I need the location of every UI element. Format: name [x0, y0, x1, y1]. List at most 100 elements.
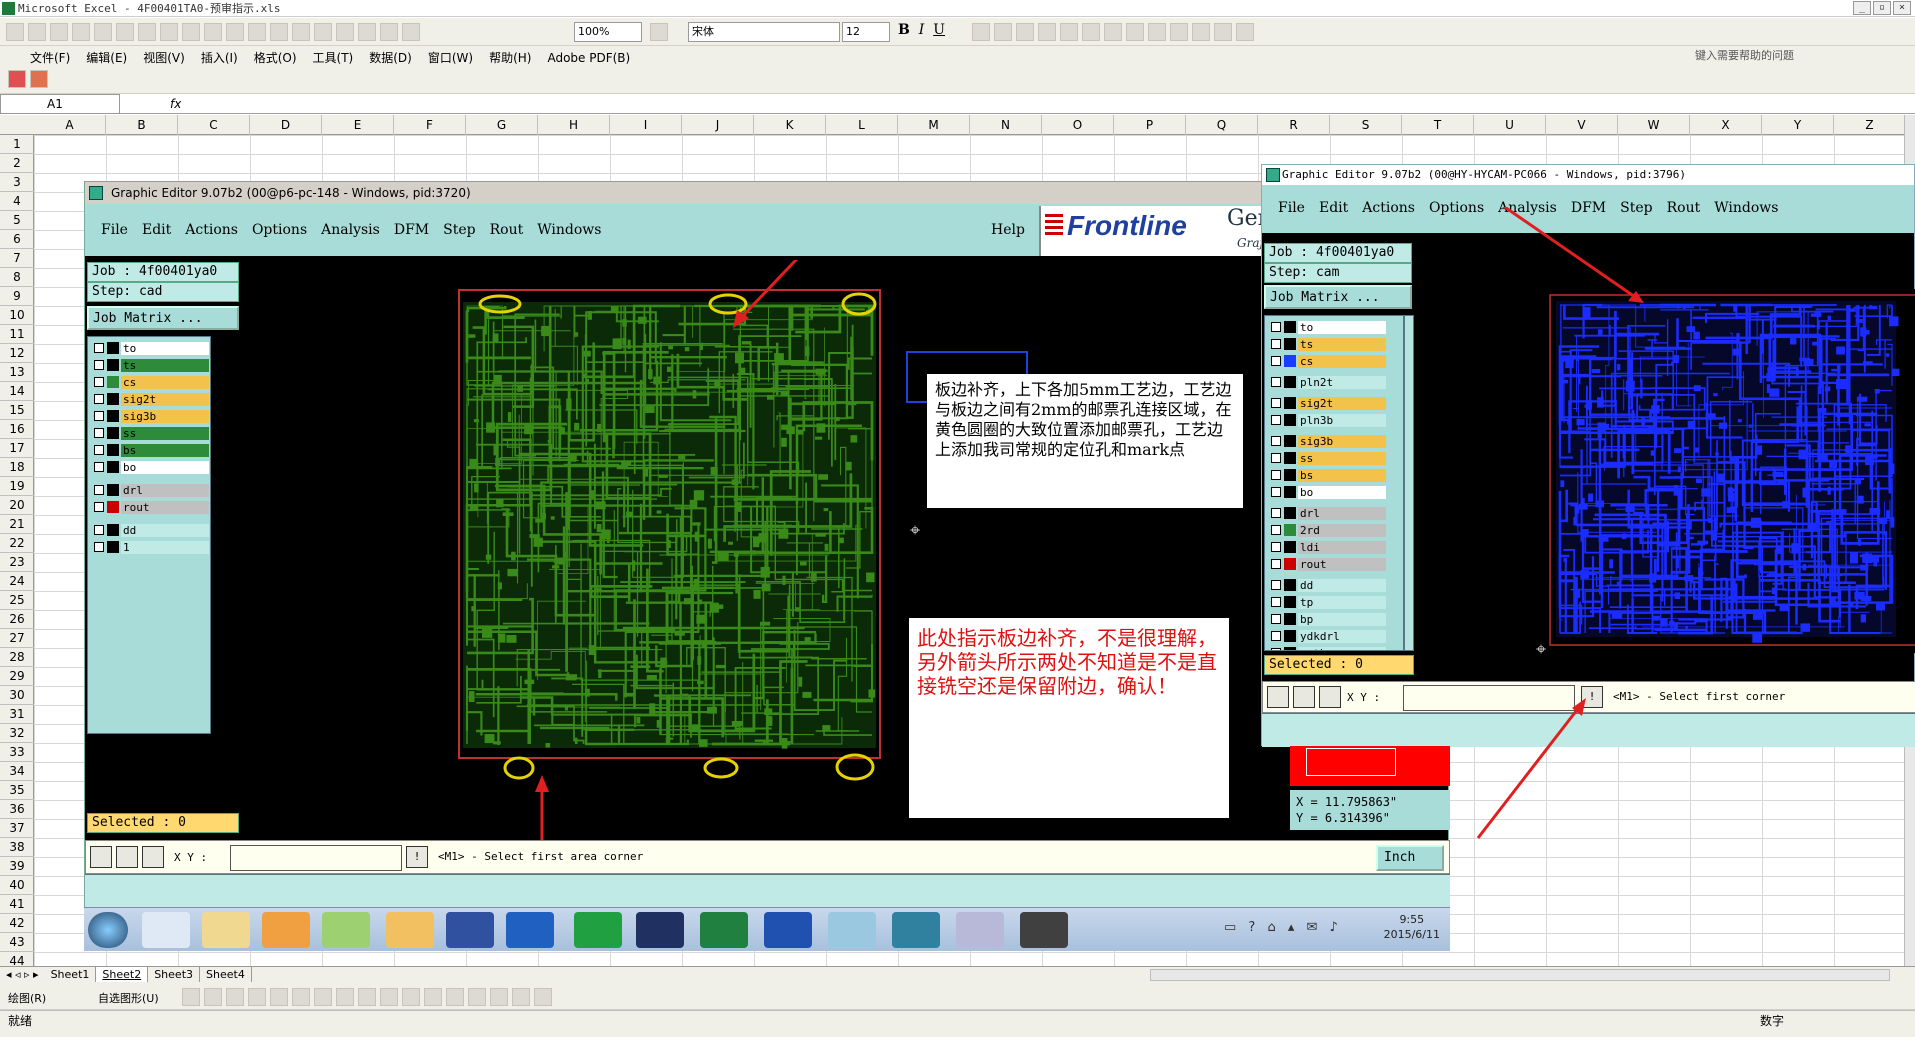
layer-row[interactable]: dd: [1271, 578, 1386, 592]
ge1-menu-options[interactable]: Options: [252, 222, 307, 238]
paste-icon[interactable]: [226, 23, 244, 41]
percent-icon[interactable]: [1082, 23, 1100, 41]
layer-row[interactable]: dd: [94, 523, 209, 537]
layer-row[interactable]: bp: [1271, 612, 1386, 626]
text-color-icon[interactable]: [424, 988, 442, 1006]
chart-icon[interactable]: [380, 23, 398, 41]
x-app-icon[interactable]: [956, 912, 1004, 948]
layer-row[interactable]: ss: [1271, 451, 1386, 465]
row-header[interactable]: 28: [0, 648, 34, 667]
column-header[interactable]: S: [1330, 115, 1402, 135]
row-header[interactable]: 14: [0, 382, 34, 401]
mail-icon[interactable]: [386, 912, 434, 948]
pdf-email-icon[interactable]: [30, 70, 48, 88]
menu-edit[interactable]: 编辑(E): [78, 46, 135, 69]
column-header[interactable]: U: [1474, 115, 1546, 135]
open-icon[interactable]: [28, 23, 46, 41]
ge1-menu-actions[interactable]: Actions: [185, 222, 238, 238]
row-header[interactable]: 39: [0, 857, 34, 876]
layer-row[interactable]: sig2t: [1271, 396, 1386, 410]
measure-tool-icon[interactable]: [116, 846, 138, 868]
column-header[interactable]: T: [1402, 115, 1474, 135]
layer-row[interactable]: bo: [94, 460, 209, 474]
oval-icon[interactable]: [248, 988, 266, 1006]
row-header[interactable]: 25: [0, 591, 34, 610]
column-header[interactable]: K: [754, 115, 826, 135]
layer-checkbox[interactable]: [1271, 322, 1281, 332]
excel-taskbar-icon[interactable]: [700, 912, 748, 948]
3d-icon[interactable]: [534, 988, 552, 1006]
doc-icon[interactable]: [0, 56, 22, 62]
layer-row[interactable]: bs: [94, 443, 209, 457]
layer-row[interactable]: drl: [1271, 506, 1386, 520]
layer-checkbox[interactable]: [1271, 597, 1281, 607]
save-icon[interactable]: [50, 23, 68, 41]
sheet-tab-3[interactable]: Sheet3: [148, 967, 201, 982]
horizontal-scrollbar[interactable]: [1150, 969, 1890, 981]
layer-row[interactable]: 1: [94, 540, 209, 554]
fx-icon[interactable]: fx: [170, 94, 181, 114]
permission-icon[interactable]: [72, 23, 90, 41]
start-button[interactable]: [88, 912, 128, 948]
copy-icon[interactable]: [204, 23, 222, 41]
minimize-button[interactable]: _: [1853, 1, 1871, 15]
row-header[interactable]: 19: [0, 477, 34, 496]
row-header[interactable]: 36: [0, 800, 34, 819]
word-taskbar-icon[interactable]: [764, 912, 812, 948]
shadow-icon[interactable]: [512, 988, 530, 1006]
layer-checkbox[interactable]: [1271, 453, 1281, 463]
row-header[interactable]: 30: [0, 686, 34, 705]
column-header[interactable]: Y: [1762, 115, 1834, 135]
layer-checkbox[interactable]: [1271, 398, 1281, 408]
layer-checkbox[interactable]: [1271, 487, 1281, 497]
ge2-job-matrix-button[interactable]: Job Matrix ...: [1264, 285, 1412, 309]
textbox-icon[interactable]: [270, 988, 288, 1006]
wordart-icon[interactable]: [292, 988, 310, 1006]
p-app-icon[interactable]: [574, 912, 622, 948]
line-style-icon[interactable]: [446, 988, 464, 1006]
ge2-draw-tool-icon[interactable]: [1267, 686, 1289, 708]
menu-window[interactable]: 窗口(W): [420, 46, 481, 69]
layer-checkbox[interactable]: [1271, 542, 1281, 552]
layer-row[interactable]: pln2t: [1271, 375, 1386, 389]
spelling-icon[interactable]: [138, 23, 156, 41]
menu-adobe-pdf[interactable]: Adobe PDF(B): [539, 48, 638, 68]
eye-app-icon[interactable]: [892, 912, 940, 948]
row-header[interactable]: 6: [0, 230, 34, 249]
layer-checkbox[interactable]: [94, 485, 104, 495]
layer-row[interactable]: sig2t: [94, 392, 209, 406]
layer-checkbox[interactable]: [1271, 614, 1281, 624]
redo-icon[interactable]: [292, 23, 310, 41]
layer-checkbox[interactable]: [94, 462, 104, 472]
units-select[interactable]: Inch: [1376, 845, 1444, 871]
print-icon[interactable]: [94, 23, 112, 41]
rectangle-icon[interactable]: [226, 988, 244, 1006]
decrease-indent-icon[interactable]: [1148, 23, 1166, 41]
drawing-icon[interactable]: [402, 23, 420, 41]
format-painter-icon[interactable]: [248, 23, 266, 41]
row-header[interactable]: 1: [0, 135, 34, 154]
notebook-icon[interactable]: [828, 912, 876, 948]
ge1-menu-rout[interactable]: Rout: [490, 222, 524, 238]
picture-icon[interactable]: [358, 988, 376, 1006]
restore-button[interactable]: ▫: [1873, 1, 1891, 15]
row-header[interactable]: 22: [0, 534, 34, 553]
arrow-icon[interactable]: [204, 988, 222, 1006]
line-color-icon[interactable]: [402, 988, 420, 1006]
floppy-icon[interactable]: [446, 912, 494, 948]
layer-row[interactable]: bs: [1271, 468, 1386, 482]
align-left-icon[interactable]: [972, 23, 990, 41]
layer-row[interactable]: sig3b: [94, 409, 209, 423]
help-search-input[interactable]: 键入需要帮助的问题: [1695, 47, 1875, 65]
row-header[interactable]: 17: [0, 439, 34, 458]
media-player-icon[interactable]: [262, 912, 310, 948]
layer-checkbox[interactable]: [94, 502, 104, 512]
column-header[interactable]: L: [826, 115, 898, 135]
ge1-job-matrix-button[interactable]: Job Matrix ...: [87, 306, 239, 330]
zoom-select[interactable]: 100%: [574, 22, 642, 42]
column-header[interactable]: H: [538, 115, 610, 135]
column-header[interactable]: Q: [1186, 115, 1258, 135]
layer-checkbox[interactable]: [94, 360, 104, 370]
layer-row[interactable]: to: [94, 341, 209, 355]
app-green-icon[interactable]: [322, 912, 370, 948]
